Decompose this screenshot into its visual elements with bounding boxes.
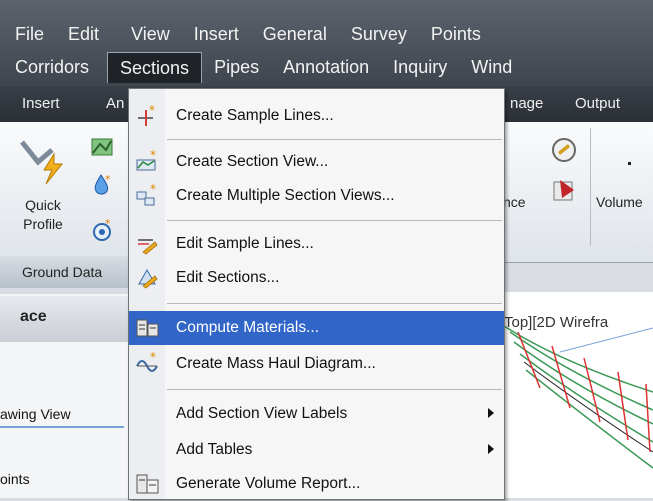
menu-item-generate-volume-report[interactable]: Generate Volume Report...: [129, 467, 504, 501]
panel-header: ace: [0, 296, 128, 342]
svg-text:*: *: [150, 150, 156, 162]
menu-separator: [167, 220, 502, 221]
mass-haul-icon: *: [136, 352, 158, 372]
menu-separator: [167, 139, 502, 140]
quick-profile-icon[interactable]: [18, 136, 70, 188]
menu-row-2: Corridors Sections Pipes Annotation Inqu…: [0, 50, 524, 84]
menu-bar: File Edit View Insert General Survey Poi…: [0, 0, 653, 86]
svg-text:*: *: [105, 173, 111, 186]
menu-view[interactable]: View: [111, 19, 182, 49]
submenu-arrow-icon: [488, 444, 494, 454]
menu-item-compute-materials[interactable]: Compute Materials...: [129, 311, 504, 345]
menu-item-edit-sample-lines[interactable]: Edit Sample Lines...: [129, 227, 504, 261]
menu-window[interactable]: Wind: [459, 52, 524, 82]
menu-points[interactable]: Points: [419, 19, 493, 49]
menu-file[interactable]: File: [0, 19, 56, 49]
menu-item-create-sample-lines[interactable]: * Create Sample Lines...: [129, 99, 504, 133]
surface-icon[interactable]: [90, 136, 116, 160]
svg-text:*: *: [150, 352, 156, 364]
points-row[interactable]: oints: [0, 471, 30, 487]
tab-analyze[interactable]: An: [106, 86, 124, 122]
menu-item-add-tables[interactable]: Add Tables: [129, 433, 504, 467]
menu-row-1: File Edit View Insert General Survey Poi…: [0, 17, 493, 51]
multiple-section-views-icon: *: [136, 184, 156, 206]
ribbon-dot: [628, 162, 631, 165]
edit-sections-icon: [138, 268, 158, 289]
drop-icon[interactable]: *: [90, 172, 116, 198]
compute-materials-icon: [136, 319, 159, 337]
menu-separator: [167, 389, 502, 390]
menu-pipes[interactable]: Pipes: [202, 52, 271, 82]
svg-text:*: *: [150, 184, 156, 196]
panel-title: ace: [20, 308, 47, 325]
tool-icon[interactable]: [550, 136, 578, 164]
menu-separator: [167, 303, 502, 304]
drawing-viewport[interactable]: Top][2D Wirefra: [500, 292, 653, 498]
drawing-view-row[interactable]: awing View: [0, 400, 124, 428]
menu-item-add-section-view-labels[interactable]: Add Section View Labels: [129, 397, 504, 431]
menu-corridors[interactable]: Corridors: [0, 52, 107, 82]
quick-profile-label[interactable]: Quick Profile: [23, 196, 63, 234]
sections-dropdown-menu: * Create Sample Lines... * Create Sectio…: [128, 88, 505, 500]
sample-lines-icon: *: [138, 104, 155, 126]
menu-sections[interactable]: Sections: [107, 51, 203, 83]
submenu-arrow-icon: [488, 408, 494, 418]
menu-item-edit-sections[interactable]: Edit Sections...: [129, 261, 504, 295]
menu-item-create-section-view[interactable]: * Create Section View...: [129, 145, 504, 179]
menu-annotation[interactable]: Annotation: [271, 52, 381, 82]
tab-insert[interactable]: Insert: [22, 86, 60, 122]
edit-sample-lines-icon: [138, 239, 158, 255]
ribbon-divider: [590, 128, 591, 246]
svg-text:*: *: [149, 104, 155, 117]
svg-text:*: *: [105, 218, 111, 230]
section-view-icon: *: [136, 150, 156, 171]
menu-general[interactable]: General: [251, 19, 339, 49]
menu-inquiry[interactable]: Inquiry: [381, 52, 459, 82]
menu-edit[interactable]: Edit: [56, 19, 111, 49]
volume-report-icon: [136, 474, 159, 494]
points-icon[interactable]: *: [90, 218, 116, 244]
corridor-drawing: [503, 325, 653, 469]
ribbon-label-nce: nce: [503, 194, 526, 210]
menu-insert[interactable]: Insert: [182, 19, 251, 49]
menu-survey[interactable]: Survey: [339, 19, 419, 49]
menu-item-create-multiple-section-views[interactable]: * Create Multiple Section Views...: [129, 179, 504, 213]
ribbon-label-volume: Volume: [596, 194, 643, 210]
report-icon[interactable]: [550, 176, 578, 204]
tab-output[interactable]: Output: [575, 86, 620, 122]
tab-manage[interactable]: nage: [510, 86, 543, 122]
menu-item-create-mass-haul-diagram[interactable]: * Create Mass Haul Diagram...: [129, 347, 504, 381]
